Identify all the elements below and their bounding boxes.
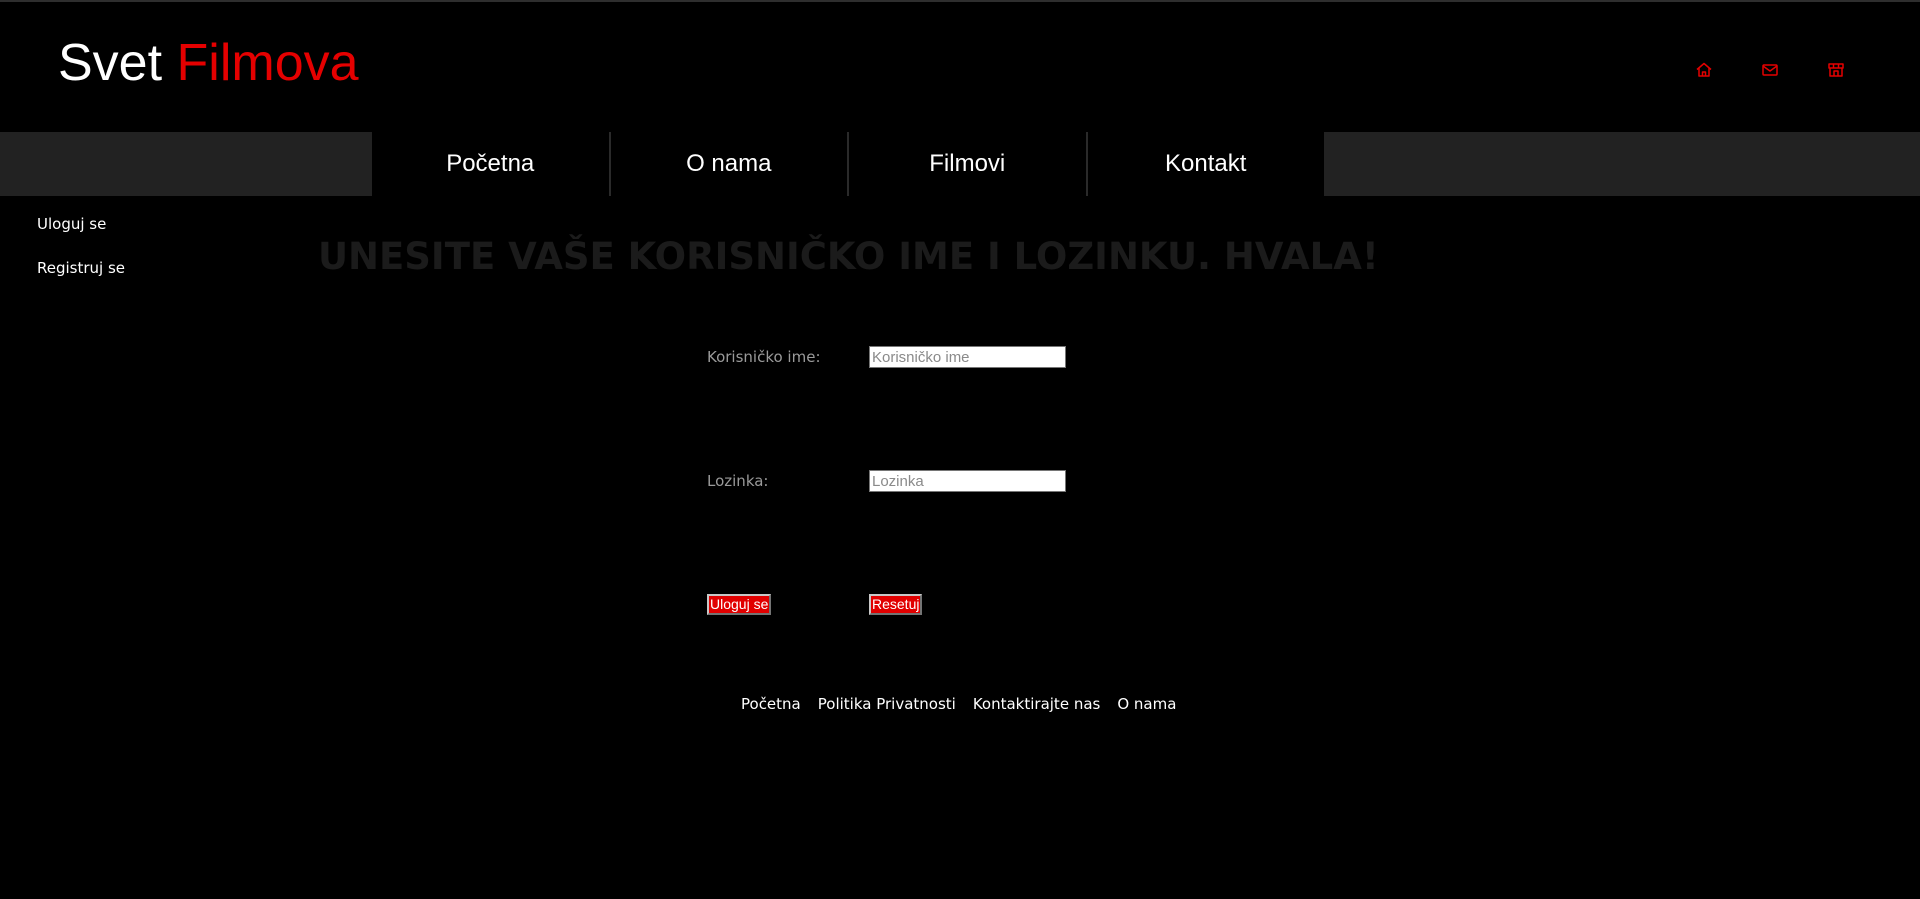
site-logo[interactable]: Svet Filmova <box>58 33 359 93</box>
sidebar-link-login[interactable]: Uloguj se <box>37 214 125 234</box>
top-border <box>0 0 1920 2</box>
logo-word-filmova: Filmova <box>176 34 359 92</box>
page-heading: UNESITE VAŠE KORISNIČKO IME I LOZINKU. H… <box>318 235 1379 278</box>
home-icon <box>1696 62 1712 77</box>
store-icon-link[interactable] <box>1826 60 1846 80</box>
main-navigation: Početna O nama Filmovi Kontakt <box>0 132 1920 196</box>
sidebar-link-register[interactable]: Registruj se <box>37 258 125 278</box>
password-input[interactable] <box>869 470 1066 492</box>
username-label: Korisničko ime: <box>707 348 821 366</box>
nav-menu: Početna O nama Filmovi Kontakt <box>372 132 1324 196</box>
login-button[interactable]: Uloguj se <box>707 594 772 615</box>
sidebar: Uloguj se Registruj se <box>37 214 125 302</box>
header-icon-links <box>1694 60 1846 80</box>
footer-link-pocetna[interactable]: Početna <box>741 694 801 714</box>
footer-link-contact[interactable]: Kontaktirajte nas <box>973 694 1101 714</box>
logo-word-svet: Svet <box>58 34 163 92</box>
nav-item-o-nama[interactable]: O nama <box>611 132 849 196</box>
mail-icon-link[interactable] <box>1760 60 1780 80</box>
nav-item-kontakt[interactable]: Kontakt <box>1088 132 1325 196</box>
store-icon <box>1828 63 1844 77</box>
footer-link-about[interactable]: O nama <box>1117 694 1176 714</box>
home-icon-link[interactable] <box>1694 60 1714 80</box>
footer-link-privacy[interactable]: Politika Privatnosti <box>818 694 956 714</box>
username-input[interactable] <box>869 346 1066 368</box>
nav-item-pocetna[interactable]: Početna <box>372 132 611 196</box>
footer-links: Početna Politika Privatnosti Kontaktiraj… <box>741 694 1176 714</box>
password-label: Lozinka: <box>707 472 769 490</box>
reset-button[interactable]: Resetuj <box>869 594 923 615</box>
page: Svet Filmova Početna O nama Filmovi Kont… <box>0 0 1920 899</box>
nav-item-filmovi[interactable]: Filmovi <box>849 132 1088 196</box>
mail-icon <box>1762 64 1778 76</box>
